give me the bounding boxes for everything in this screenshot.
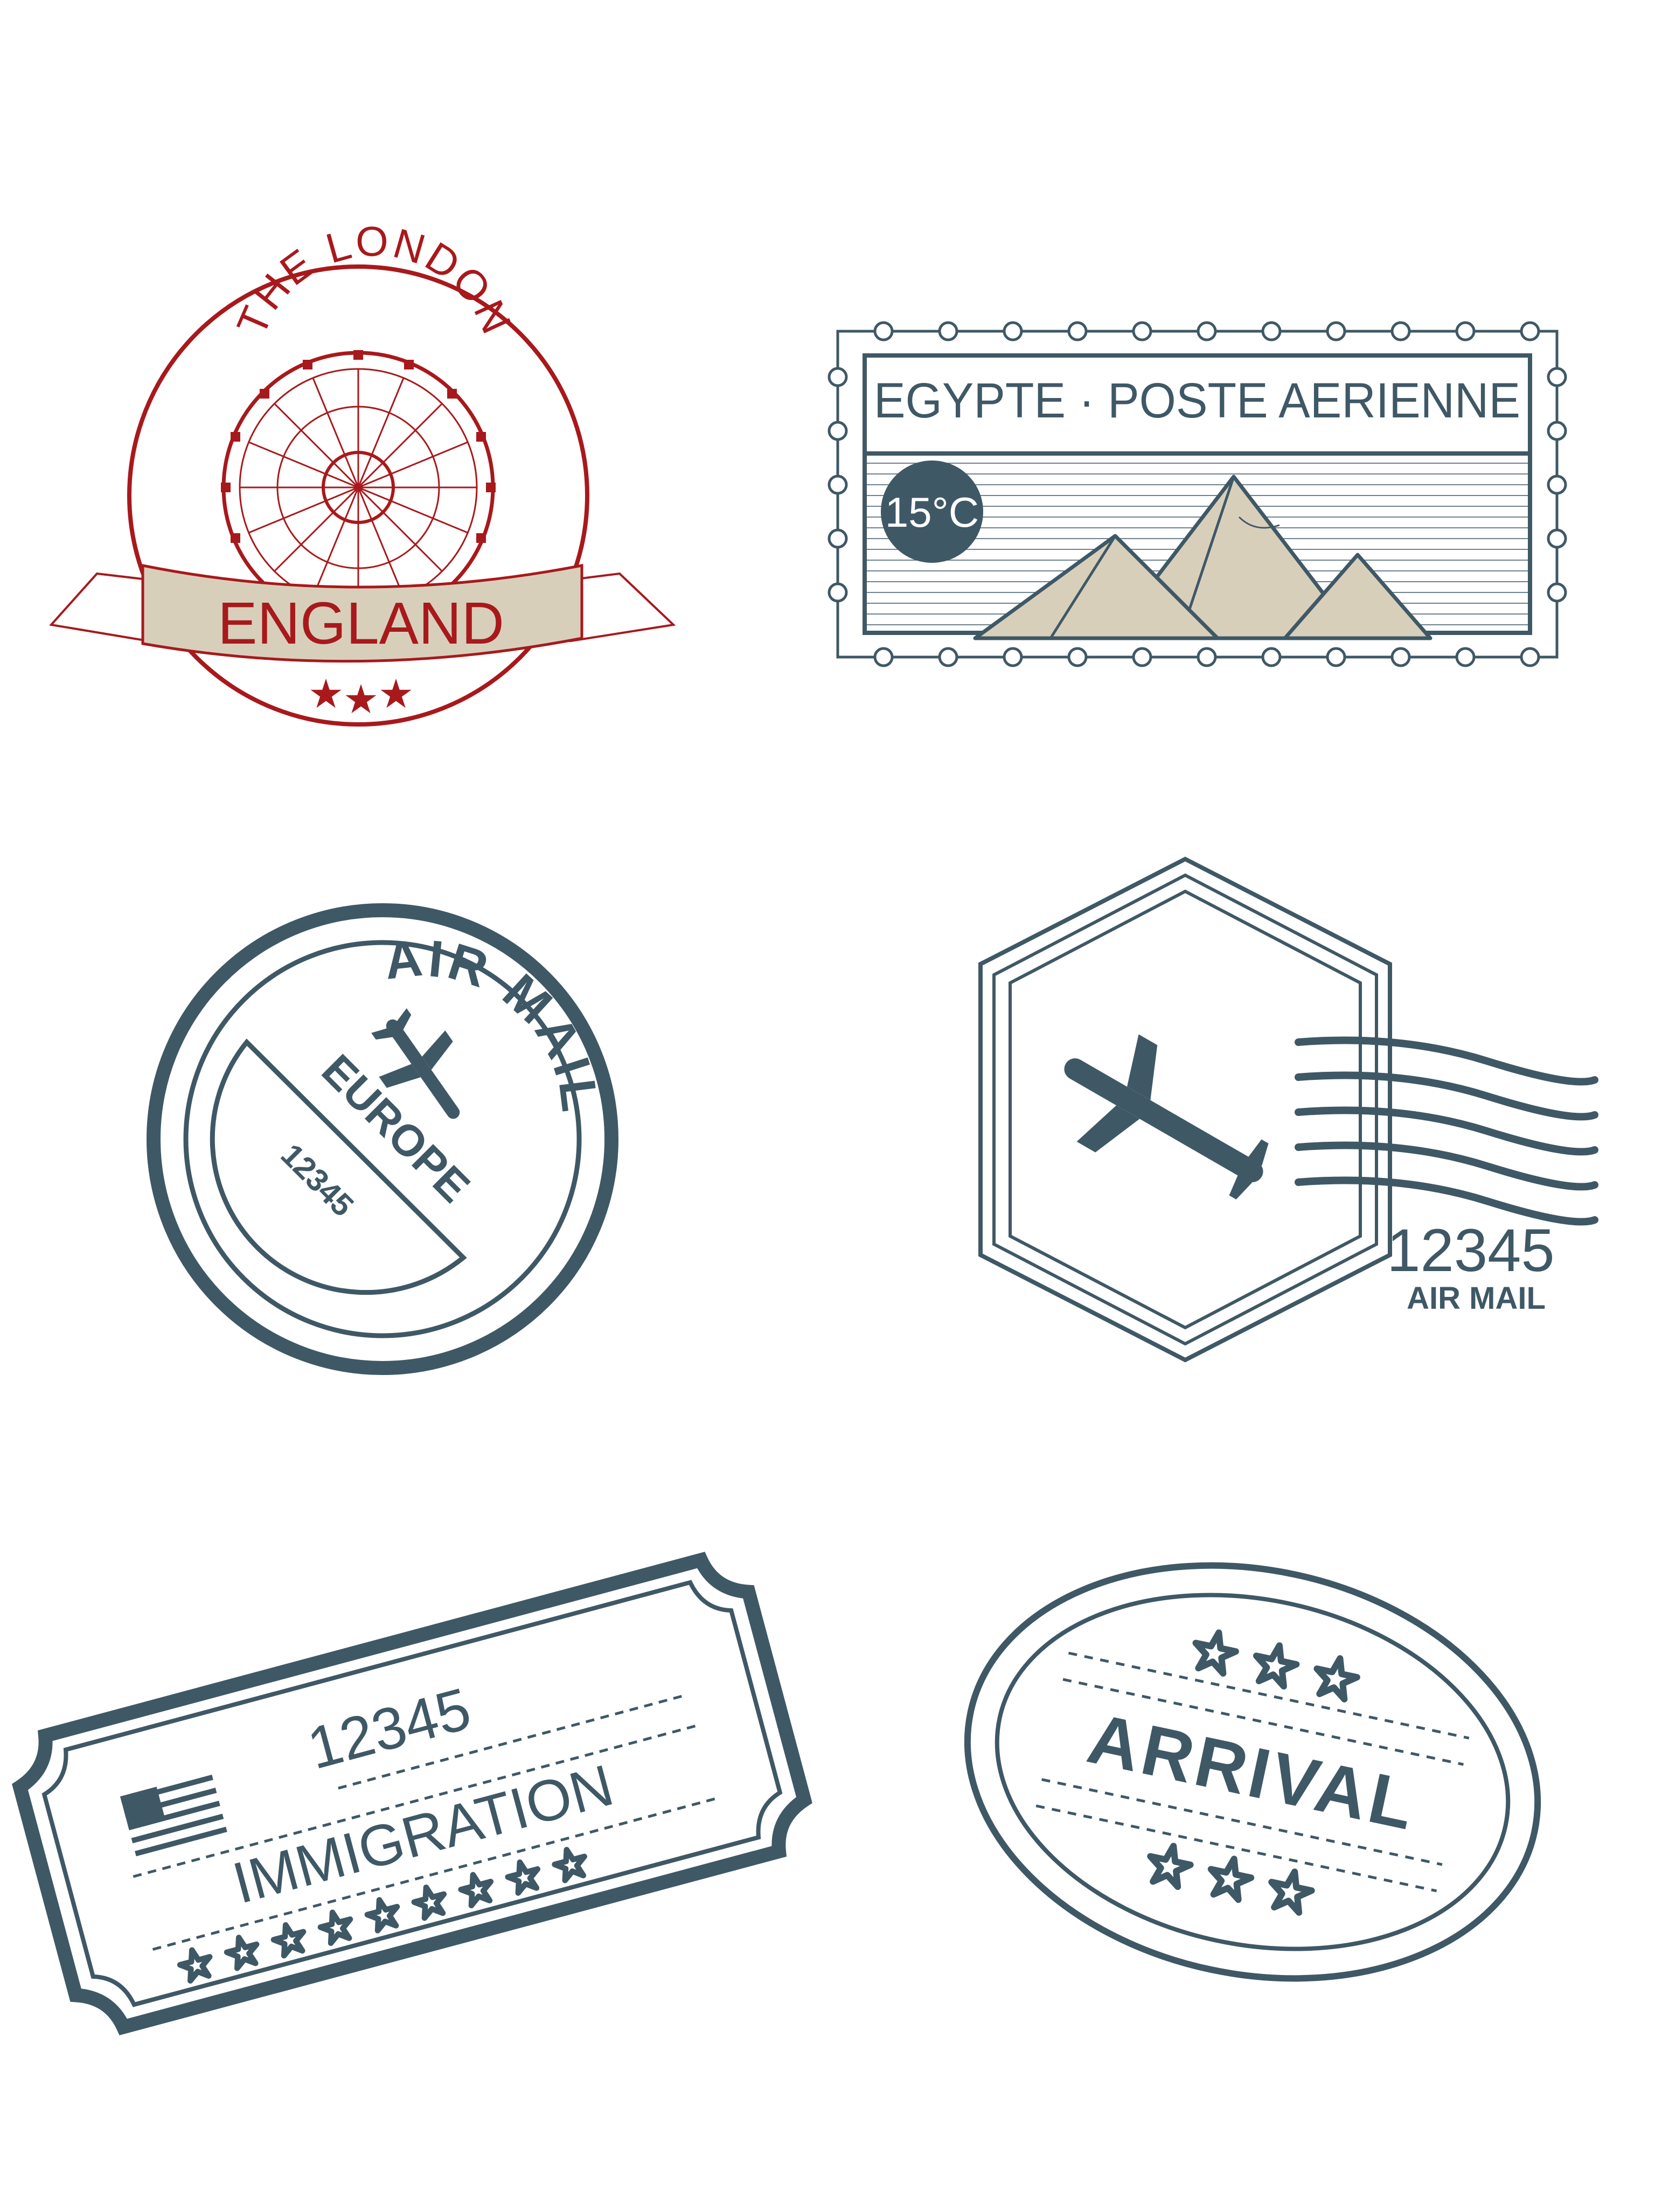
star-icon [458,1871,495,1907]
pyramids-icon [973,475,1433,640]
egypt-stamp: EGYPTE · POSTE AERIENNE 15°C [828,321,1567,667]
airmail-hex-stamp: 12345 AIR MAIL [978,856,1598,1363]
star-icon [318,1908,355,1944]
star-icon [364,1896,401,1932]
star-icon [1206,1854,1254,1901]
star-icon [380,679,412,708]
london-stars [310,679,412,714]
arrival-stamp: ARRIVAL [964,1562,1541,1982]
hex-label: AIR MAIL [1407,1281,1546,1316]
star-icon [1251,1641,1299,1688]
arrival-stars-top [1191,1628,1360,1700]
arrival-stars-bottom [1145,1842,1315,1914]
immigration-number: 12345 [301,1675,477,1782]
airmail-europe-stamp: AIR MAIL EUROPE 12345 [147,903,618,1375]
immigration-stamp: 12345 IMMIGRATION [12,1552,812,2035]
temperature-text: 15°C [885,489,979,536]
airplane-icon [1064,1034,1269,1199]
star-icon [1312,1654,1360,1701]
star-icon [224,1934,261,1970]
postmark-waves [1295,1036,1598,1226]
stamps-canvas: THE LONDON ENGLAND EGYPTE · POSTE AERIEN… [12,218,1598,2035]
star-icon [411,1883,448,1920]
egypt-title: EGYPTE · POSTE AERIENNE [874,373,1520,428]
air-mail-arc-text: AIR MAIL [381,929,609,1118]
ticket-outer [12,1552,812,2035]
star-icon [271,1921,308,1957]
star-icon [345,684,377,714]
air-mail-arc-path: AIR MAIL [381,929,606,1118]
flag-icon [120,1775,227,1857]
star-icon [505,1858,542,1894]
london-top-text-path: THE LONDON [227,218,519,343]
star-icon [1267,1867,1315,1914]
star-icon [1191,1628,1239,1675]
london-stamp: THE LONDON ENGLAND [49,218,676,727]
london-top-text: THE LONDON [227,218,521,343]
star-icon [310,679,342,708]
star-icon [177,1946,214,1982]
hex-number: 12345 [1387,1217,1554,1284]
star-icon [1145,1842,1193,1889]
ferris-wheel-icon [221,350,496,624]
europe-number: 12345 [274,1137,360,1223]
star-icon [552,1846,589,1882]
england-banner-text: ENGLAND [218,590,504,657]
